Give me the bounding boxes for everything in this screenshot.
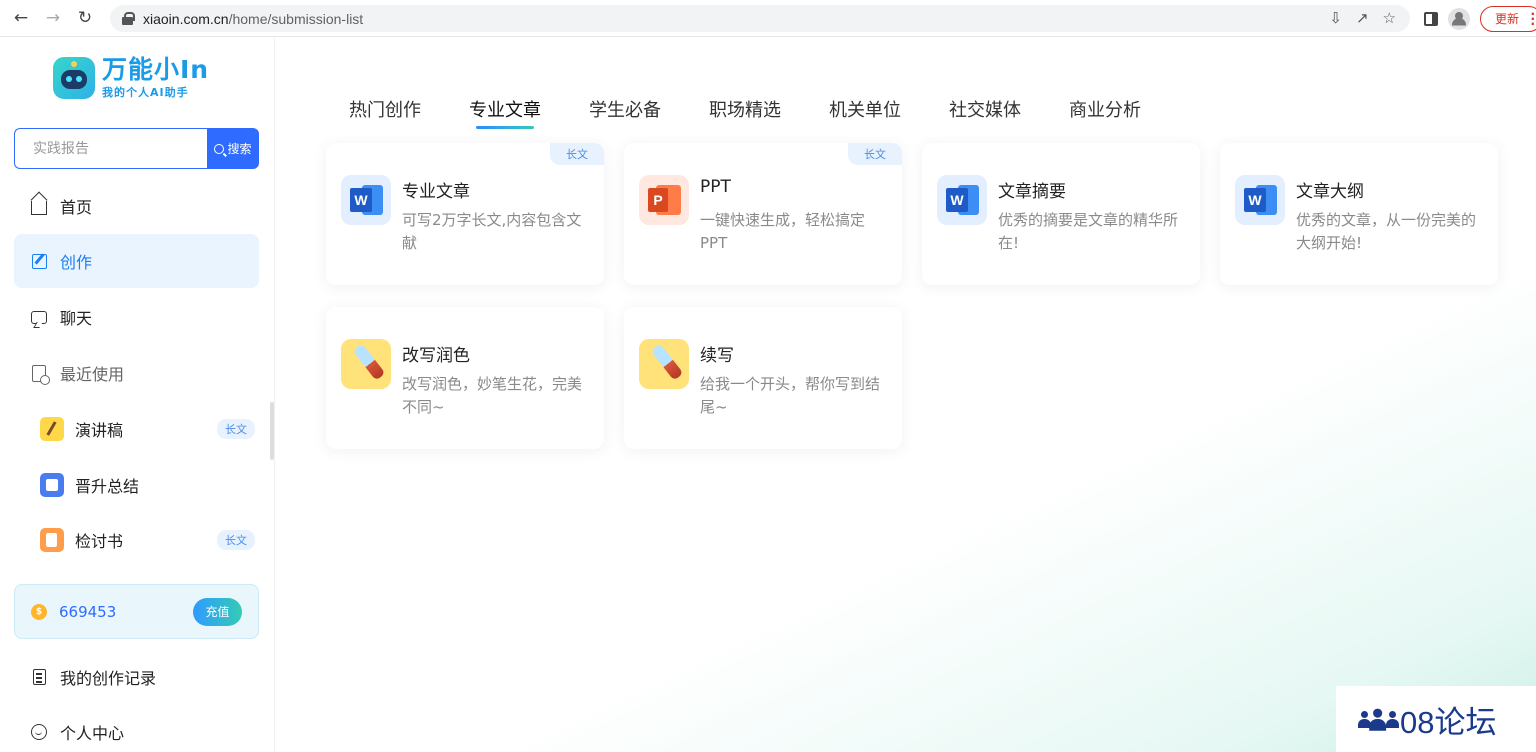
recent-item-label: 检讨书 (75, 532, 124, 551)
robot-logo-icon (53, 57, 95, 99)
card-title: 改写润色 (402, 346, 470, 366)
search-button[interactable]: 搜索 (207, 128, 259, 169)
card-description: 改写润色，妙笔生花，完美不同~ (402, 375, 583, 416)
search-input[interactable] (14, 128, 207, 169)
menu-label: 聊天 (60, 309, 93, 328)
long-text-badge: 长文 (848, 143, 902, 165)
menu-item-recent: 最近使用 (14, 346, 259, 400)
card-ppt[interactable]: 长文 PPT 一键快速生成，轻松搞定PPT (624, 143, 902, 285)
chat-icon (31, 310, 47, 324)
card-description: 可写2万字长文,内容包含文献 (402, 211, 582, 252)
tab-business-analysis[interactable]: 商业分析 (1069, 96, 1141, 128)
recent-item-self-criticism[interactable]: 检讨书 长文 (40, 520, 255, 560)
card-description: 优秀的摘要是文章的精华所在! (998, 211, 1179, 252)
points-panel: $ 669453 充值 (14, 584, 259, 639)
card-description: 给我一个开头，帮你写到结尾~ (700, 375, 881, 416)
browser-toolbar: ← → ↻ xiaoin.com.cn/home/submission-list… (0, 0, 1536, 37)
long-text-badge: 长文 (217, 419, 255, 439)
card-rewrite-polish[interactable]: 改写润色 改写润色，妙笔生花，完美不同~ (326, 307, 604, 449)
pen-icon (639, 339, 689, 389)
edit-icon (31, 253, 47, 269)
word-icon (341, 175, 391, 225)
menu-label: 个人中心 (60, 724, 125, 743)
side-panel-icon[interactable] (1423, 11, 1438, 26)
tab-workplace[interactable]: 职场精选 (709, 96, 781, 128)
pen-icon (341, 339, 391, 389)
menu-label: 我的创作记录 (60, 669, 157, 688)
search-icon (214, 143, 225, 154)
menu-item-chat[interactable]: 聊天 (14, 290, 259, 344)
ppt-icon (639, 175, 689, 225)
card-title: 文章大纲 (1296, 182, 1364, 202)
list-icon (32, 669, 46, 685)
card-title: 文章摘要 (998, 182, 1066, 202)
coin-icon: $ (31, 603, 47, 620)
update-label: 更新 (1494, 12, 1519, 26)
sidebar-scrollbar[interactable] (270, 402, 274, 460)
reload-icon[interactable]: ↻ (74, 7, 96, 29)
points-value: 669453 (59, 602, 117, 621)
card-description: 一键快速生成，轻松搞定PPT (700, 211, 866, 252)
install-icon[interactable]: ⇩ (1329, 9, 1342, 27)
url-host: xiaoin.com.cn (143, 10, 229, 27)
card-title: PPT (700, 177, 731, 197)
home-icon (31, 201, 47, 215)
menu-label: 创作 (60, 253, 93, 272)
long-text-badge: 长文 (217, 530, 255, 550)
menu-label: 首页 (60, 198, 93, 217)
main-content: 热门创作 专业文章 学生必备 职场精选 机关单位 社交媒体 商业分析 长文 专业… (276, 38, 1536, 752)
card-continue-writing[interactable]: 续写 给我一个开头，帮你写到结尾~ (624, 307, 902, 449)
lock-icon (122, 12, 135, 25)
tab-professional-articles[interactable]: 专业文章 (469, 96, 541, 129)
recharge-button[interactable]: 充值 (193, 597, 242, 626)
tab-social-media[interactable]: 社交媒体 (949, 96, 1021, 128)
menu-item-create[interactable]: 创作 (14, 234, 259, 288)
category-tabs: 热门创作 专业文章 学生必备 职场精选 机关单位 社交媒体 商业分析 (349, 96, 1189, 129)
profile-icon[interactable] (1447, 7, 1470, 30)
logo-subtitle: 我的个人AI助手 (102, 86, 189, 99)
back-icon[interactable]: ← (10, 7, 32, 29)
forward-icon[interactable]: → (42, 7, 64, 29)
sidebar: 万能小In 我的个人AI助手 搜索 首页 创作 聊天 最近使用 演讲稿 长文 晋… (0, 38, 275, 752)
search-button-label: 搜索 (227, 142, 252, 156)
menu-item-home[interactable]: 首页 (14, 179, 259, 233)
star-icon[interactable]: ☆ (1383, 9, 1396, 27)
user-icon (31, 724, 47, 740)
tab-students[interactable]: 学生必备 (589, 96, 661, 128)
card-article-outline[interactable]: 文章大纲 优秀的文章，从一份完美的大纲开始! (1220, 143, 1498, 285)
card-article-summary[interactable]: 文章摘要 优秀的摘要是文章的精华所在! (922, 143, 1200, 285)
people-icon (1358, 708, 1399, 731)
long-text-badge: 长文 (550, 143, 604, 165)
share-icon[interactable]: ↗ (1356, 9, 1369, 27)
recent-icon (32, 364, 50, 385)
note-icon (40, 528, 64, 552)
logo[interactable]: 万能小In 我的个人AI助手 (53, 56, 209, 100)
recent-item-promotion-summary[interactable]: 晋升总结 (40, 465, 255, 505)
logo-title: 万能小In (102, 55, 210, 84)
more-menu-icon[interactable]: · · · (1530, 8, 1535, 30)
tab-government[interactable]: 机关单位 (829, 96, 901, 128)
recent-item-label: 晋升总结 (75, 477, 140, 496)
card-professional-article[interactable]: 长文 专业文章 可写2万字长文,内容包含文献 (326, 143, 604, 285)
menu-item-creation-history[interactable]: 我的创作记录 (14, 650, 259, 704)
document-icon (40, 473, 64, 497)
tab-hot[interactable]: 热门创作 (349, 96, 421, 128)
recent-item-label: 演讲稿 (75, 421, 124, 440)
menu-item-profile[interactable]: 个人中心 (14, 705, 259, 752)
watermark-text: 08论坛 (1400, 704, 1497, 740)
card-title: 续写 (700, 346, 734, 366)
url-text: xiaoin.com.cn/home/submission-list (143, 11, 363, 27)
menu-label: 最近使用 (60, 365, 125, 384)
card-title: 专业文章 (402, 182, 470, 202)
microphone-icon (40, 417, 64, 441)
update-button[interactable]: 更新 · · · (1479, 5, 1536, 32)
word-icon (937, 175, 987, 225)
recent-item-speech[interactable]: 演讲稿 长文 (40, 409, 255, 449)
card-description: 优秀的文章，从一份完美的大纲开始! (1296, 211, 1477, 252)
url-path: /home/submission-list (228, 10, 364, 27)
word-icon (1235, 175, 1285, 225)
watermark: 08论坛 (1336, 686, 1536, 752)
search-bar: 搜索 (14, 128, 259, 169)
address-bar[interactable]: xiaoin.com.cn/home/submission-list ⇩ ↗ ☆ (110, 5, 1410, 32)
